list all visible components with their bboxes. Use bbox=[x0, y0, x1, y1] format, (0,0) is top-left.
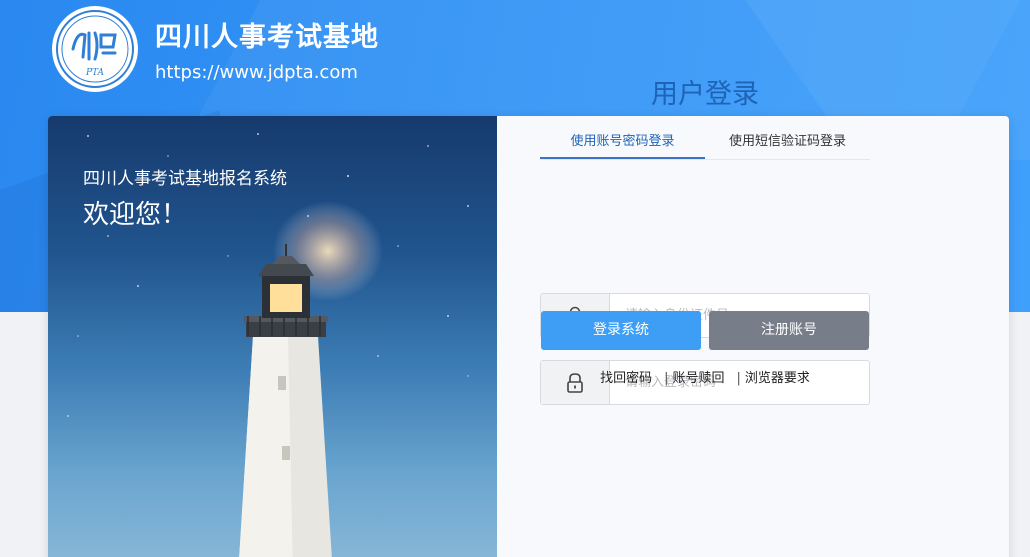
lighthouse-image: 四川人事考试基地报名系统 欢迎您！ bbox=[48, 116, 497, 557]
browser-requirements-link[interactable]: 浏览器要求 bbox=[745, 371, 810, 386]
site-title: 四川人事考试基地 bbox=[155, 22, 379, 53]
site-logo: PTA bbox=[52, 6, 138, 92]
account-help-link[interactable]: 账号赎回 bbox=[672, 371, 724, 386]
link-separator: | bbox=[736, 371, 741, 386]
system-subtitle: 四川人事考试基地报名系统 bbox=[83, 169, 287, 189]
help-links: 找回密码 | 账号赎回 | 浏览器要求 bbox=[540, 367, 870, 386]
login-button[interactable]: 登录系统 bbox=[541, 311, 701, 350]
register-button[interactable]: 注册账号 bbox=[709, 311, 869, 350]
login-tabs: 使用账号密码登录 使用短信验证码登录 bbox=[540, 128, 870, 160]
login-title: 用户登录 bbox=[651, 79, 759, 110]
site-url[interactable]: https://www.jdpta.com bbox=[155, 62, 358, 83]
welcome-heading: 欢迎您！ bbox=[83, 200, 188, 230]
link-separator: | bbox=[664, 371, 669, 386]
tab-sms-login[interactable]: 使用短信验证码登录 bbox=[705, 128, 870, 159]
tab-password-login[interactable]: 使用账号密码登录 bbox=[540, 128, 705, 159]
recover-password-link[interactable]: 找回密码 bbox=[600, 371, 652, 386]
svg-text:PTA: PTA bbox=[85, 68, 105, 78]
